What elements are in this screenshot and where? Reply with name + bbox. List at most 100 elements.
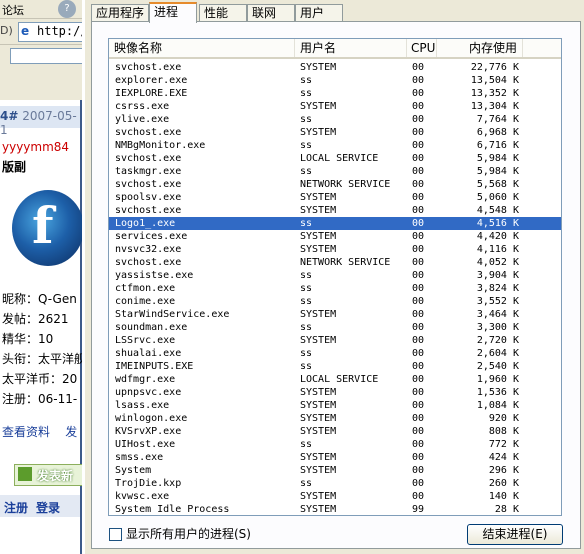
process-user: LOCAL SERVICE <box>300 153 379 164</box>
table-row[interactable]: taskmgr.exe ss 00 5,984 K <box>109 165 561 178</box>
process-user: ss <box>300 75 313 86</box>
login-link[interactable]: 登录 <box>36 499 60 516</box>
process-user: SYSTEM <box>300 62 337 73</box>
table-row[interactable]: conime.exe ss 00 3,552 K <box>109 295 561 308</box>
process-cpu: 00 <box>412 361 425 372</box>
process-user: ss <box>300 140 313 151</box>
process-user: ss <box>300 296 313 307</box>
process-list[interactable]: 映像名称 用户名 CPU 内存使用 svchost.exe SYSTEM 00 22,… <box>108 38 562 516</box>
process-user: ss <box>300 166 313 177</box>
table-row[interactable]: explorer.exe ss 00 13,504 K <box>109 74 561 87</box>
table-row[interactable]: shualai.exe ss 00 2,604 K <box>109 347 561 360</box>
table-row[interactable]: spoolsv.exe SYSTEM 00 5,060 K <box>109 191 561 204</box>
user-info-digest: 精华：10 <box>2 332 54 346</box>
process-name: kvwsc.exe <box>115 491 170 502</box>
table-row[interactable]: KVSrvXP.exe SYSTEM 00 808 K <box>109 425 561 438</box>
process-memory: 4,052 K <box>476 257 519 268</box>
end-process-button[interactable]: 结束进程(E) <box>467 524 563 545</box>
process-memory: 4,516 K <box>476 218 519 229</box>
table-row[interactable]: lsass.exe SYSTEM 00 1,084 K <box>109 399 561 412</box>
table-row[interactable]: yassistse.exe ss 00 3,904 K <box>109 269 561 282</box>
process-memory: 2,720 K <box>476 335 519 346</box>
links-bar <box>0 46 82 66</box>
column-image-name[interactable]: 映像名称 <box>109 39 295 57</box>
tab-performance[interactable]: 性能 <box>199 4 247 22</box>
table-row[interactable]: UIHost.exe ss 00 772 K <box>109 438 561 451</box>
table-row[interactable]: svchost.exe SYSTEM 00 4,548 K <box>109 204 561 217</box>
table-row[interactable]: StarWindService.exe SYSTEM 00 3,464 K <box>109 308 561 321</box>
table-row[interactable]: LSSrvc.exe SYSTEM 00 2,720 K <box>109 334 561 347</box>
help-icon[interactable]: ? <box>58 0 76 18</box>
process-user: ss <box>300 283 313 294</box>
address-input[interactable]: e http://sc <box>18 22 82 42</box>
table-row[interactable]: soundman.exe ss 00 3,300 K <box>109 321 561 334</box>
post-username[interactable]: yyyymm84 <box>2 140 69 154</box>
table-row[interactable]: TrojDie.kxp ss 00 260 K <box>109 477 561 490</box>
process-memory: 808 K <box>488 426 519 437</box>
process-memory: 4,116 K <box>476 244 519 255</box>
process-memory: 7,764 K <box>476 114 519 125</box>
table-row[interactable]: wdfmgr.exe LOCAL SERVICE 00 1,960 K <box>109 373 561 386</box>
table-row[interactable]: IMEINPUTS.EXE ss 00 2,540 K <box>109 360 561 373</box>
avatar-letter: f <box>32 196 54 255</box>
show-all-users-label: 显示所有用户的进程(S) <box>126 527 251 541</box>
process-memory: 3,904 K <box>476 270 519 281</box>
process-memory: 5,984 K <box>476 166 519 177</box>
table-row[interactable]: svchost.exe LOCAL SERVICE 00 5,984 K <box>109 152 561 165</box>
links-input[interactable] <box>10 48 82 64</box>
send-link[interactable]: 发 <box>65 425 77 439</box>
process-memory: 3,824 K <box>476 283 519 294</box>
process-memory: 1,084 K <box>476 400 519 411</box>
table-row[interactable]: svchost.exe NETWORK SERVICE 00 4,052 K <box>109 256 561 269</box>
process-user: ss <box>300 348 313 359</box>
table-row[interactable]: Logo1_.exe ss 00 4,516 K <box>109 217 561 230</box>
table-row[interactable]: ylive.exe ss 00 7,764 K <box>109 113 561 126</box>
table-row[interactable]: svchost.exe SYSTEM 00 6,968 K <box>109 126 561 139</box>
checkbox-box[interactable] <box>109 528 122 541</box>
register-link[interactable]: 注册 <box>4 499 28 516</box>
column-memory[interactable]: 内存使用 <box>437 39 523 57</box>
process-user: SYSTEM <box>300 465 337 476</box>
table-row[interactable]: ctfmon.exe ss 00 3,824 K <box>109 282 561 295</box>
view-profile-link[interactable]: 查看资料 发 <box>2 423 77 440</box>
new-post-button[interactable]: 发表新 <box>14 464 82 486</box>
process-name: System Idle Process <box>115 504 230 515</box>
process-memory: 28 K <box>494 504 519 515</box>
table-row[interactable]: svchost.exe SYSTEM 00 22,776 K <box>109 61 561 74</box>
process-memory: 4,548 K <box>476 205 519 216</box>
column-cpu[interactable]: CPU <box>407 39 437 57</box>
column-header: 映像名称 用户名 CPU 内存使用 <box>109 39 561 59</box>
process-user: NETWORK SERVICE <box>300 179 391 190</box>
process-name: services.exe <box>115 231 188 242</box>
process-name: KVSrvXP.exe <box>115 426 182 437</box>
process-user: SYSTEM <box>300 205 337 216</box>
table-row[interactable]: services.exe SYSTEM 00 4,420 K <box>109 230 561 243</box>
process-name: yassistse.exe <box>115 270 194 281</box>
table-row[interactable]: kvwsc.exe SYSTEM 00 140 K <box>109 490 561 503</box>
table-row[interactable]: NMBgMonitor.exe ss 00 6,716 K <box>109 139 561 152</box>
table-row[interactable]: nvsvc32.exe SYSTEM 00 4,116 K <box>109 243 561 256</box>
table-row[interactable]: System Idle Process SYSTEM 99 28 K <box>109 503 561 515</box>
forum-post-panel: 4# 2007-05-1 yyyymm84 版副 f 昵称：Q-Gen 发帖：2… <box>0 100 82 554</box>
table-row[interactable]: svchost.exe NETWORK SERVICE 00 5,568 K <box>109 178 561 191</box>
table-row[interactable]: csrss.exe SYSTEM 00 13,304 K <box>109 100 561 113</box>
process-user: SYSTEM <box>300 192 337 203</box>
tab-users[interactable]: 用户 <box>295 4 343 22</box>
tab-processes[interactable]: 进程 <box>149 2 197 23</box>
process-user: SYSTEM <box>300 426 337 437</box>
table-row[interactable]: System SYSTEM 00 296 K <box>109 464 561 477</box>
process-memory: 6,716 K <box>476 140 519 151</box>
tab-applications[interactable]: 应用程序 <box>91 4 149 22</box>
process-cpu: 00 <box>412 426 425 437</box>
process-memory: 5,568 K <box>476 179 519 190</box>
process-name: System <box>115 465 152 476</box>
table-row[interactable]: winlogon.exe SYSTEM 00 920 K <box>109 412 561 425</box>
tab-networking[interactable]: 联网 <box>247 4 295 22</box>
table-row[interactable]: upnpsvc.exe SYSTEM 00 1,536 K <box>109 386 561 399</box>
process-cpu: 00 <box>412 62 425 73</box>
table-row[interactable]: IEXPLORE.EXE ss 00 13,352 K <box>109 87 561 100</box>
column-user-name[interactable]: 用户名 <box>295 39 407 57</box>
process-name: Logo1_.exe <box>115 218 176 229</box>
process-name: IMEINPUTS.EXE <box>115 361 194 372</box>
table-row[interactable]: smss.exe SYSTEM 00 424 K <box>109 451 561 464</box>
